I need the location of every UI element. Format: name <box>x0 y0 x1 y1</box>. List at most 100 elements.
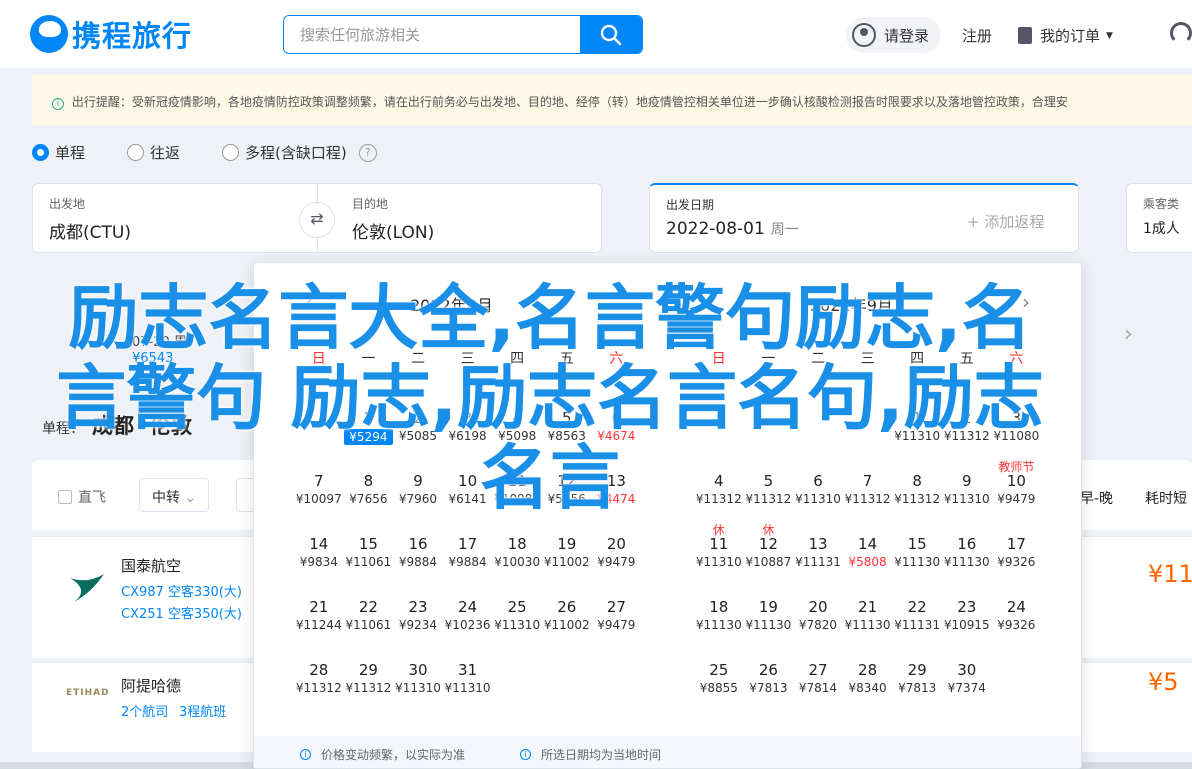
calendar-day[interactable]: 30 ¥11310 <box>393 647 443 710</box>
search-button[interactable] <box>580 16 642 53</box>
calendar-day[interactable]: 10 ¥6141 <box>443 458 493 521</box>
calendar-day[interactable]: 23 ¥9234 <box>393 584 443 647</box>
calendar-day[interactable]: 16 ¥9884 <box>393 521 443 584</box>
calendar-day[interactable]: 休 12 ¥10887 <box>744 521 794 584</box>
day-price: ¥4474 <box>597 492 636 506</box>
day-price: ¥10097 <box>295 492 342 506</box>
passenger-field[interactable]: 乘客类 1成人 <box>1126 183 1192 253</box>
calendar-day[interactable]: 29 ¥11312 <box>344 647 394 710</box>
calendar-day[interactable]: 8 ¥11312 <box>892 458 942 521</box>
calendar-day[interactable]: 13 ¥4474 <box>592 458 642 521</box>
calendar-day[interactable]: 7 ¥10097 <box>294 458 344 521</box>
calendar-day[interactable]: 16 ¥11130 <box>942 521 992 584</box>
calendar-day[interactable]: 1 ¥11310 <box>892 395 942 458</box>
calendar-day[interactable]: 教师节 10 ¥9479 <box>992 458 1042 521</box>
calendar-day[interactable]: 6 ¥4674 <box>592 395 642 458</box>
login-button[interactable]: 请登录 <box>846 17 942 53</box>
help-icon[interactable]: ? <box>358 143 377 162</box>
calendar-day[interactable]: 5 ¥8563 <box>542 395 592 458</box>
flight-line1[interactable]: CX987 空客330(大) <box>121 581 242 600</box>
calendar-day[interactable]: 休 11 ¥11310 <box>694 521 744 584</box>
calendar-day[interactable]: 21 ¥11130 <box>843 584 893 647</box>
calendar-day[interactable]: 27 ¥7814 <box>793 647 843 710</box>
departure-label: 出发地 <box>49 197 86 211</box>
calendar-day[interactable]: 7 ¥11312 <box>843 458 893 521</box>
calendar-day[interactable]: 2 ¥5085 <box>393 395 443 458</box>
direct-only-checkbox[interactable]: 直飞 <box>58 487 106 507</box>
calendar-day[interactable]: 4 ¥11312 <box>694 458 744 521</box>
price-note: i 价格变动频繁，以实际为准 <box>300 746 465 763</box>
calendar-day[interactable]: 8 ¥7656 <box>344 458 394 521</box>
days-grid-aug: 1 ¥5294 2 ¥5085 3 ¥6198 4 ¥5098 5 ¥8563 6 ¥4674 7 ¥10… <box>294 395 641 710</box>
calendar-day[interactable]: 25 ¥8855 <box>694 647 744 710</box>
flight-line2[interactable]: 3程航班 <box>179 701 226 720</box>
calendar-day[interactable]: 2 ¥11312 <box>942 395 992 458</box>
trip-type-oneway[interactable]: 单程 <box>32 142 85 163</box>
departure-field[interactable]: 出发地 成都(CTU) <box>32 183 318 253</box>
calendar-day[interactable]: 20 ¥9479 <box>592 521 642 584</box>
day-price: ¥9326 <box>997 618 1036 632</box>
headset-icon[interactable] <box>1170 22 1192 44</box>
trip-type-multi[interactable]: 多程(含缺口程) <box>222 142 347 163</box>
calendar-day[interactable]: 23 ¥10915 <box>942 584 992 647</box>
calendar-day[interactable]: 14 ¥9834 <box>294 521 344 584</box>
calendar-day[interactable]: 12 ¥5856 <box>542 458 592 521</box>
sort-early-late[interactable]: 早-晚 <box>1080 488 1113 508</box>
calendar-day[interactable]: 30 ¥7374 <box>942 647 992 710</box>
trip-type-roundtrip[interactable]: 往返 <box>127 142 180 163</box>
prev-month-icon[interactable]: ‹ <box>305 290 313 314</box>
calendar-day[interactable]: 26 ¥11002 <box>542 584 592 647</box>
add-return-button[interactable]: + 添加返程 <box>967 211 1044 232</box>
calendar-day[interactable]: 25 ¥11310 <box>492 584 542 647</box>
calendar-day[interactable]: 4 ¥5098 <box>492 395 542 458</box>
search-input[interactable] <box>284 16 580 53</box>
swap-cities-icon[interactable]: ⇄ <box>299 202 335 238</box>
calendar-day[interactable]: 18 ¥10030 <box>492 521 542 584</box>
calendar-day[interactable]: 14 ¥5808 <box>843 521 893 584</box>
calendar-day[interactable]: 5 ¥11312 <box>744 458 794 521</box>
my-orders-menu[interactable]: 我的订单 ▼ <box>1018 25 1113 46</box>
passenger-value: 1成人 <box>1143 221 1180 237</box>
calendar-day[interactable]: 31 ¥11310 <box>443 647 493 710</box>
calendar-day[interactable]: 19 ¥11002 <box>542 521 592 584</box>
calendar-day[interactable]: 20 ¥7820 <box>793 584 843 647</box>
calendar-day[interactable]: 15 ¥11130 <box>892 521 942 584</box>
calendar-day[interactable]: 18 ¥11130 <box>694 584 744 647</box>
calendar-day[interactable]: 15 ¥11061 <box>344 521 394 584</box>
calendar-day[interactable]: 3 ¥6198 <box>443 395 493 458</box>
calendar-day[interactable]: 22 ¥11131 <box>892 584 942 647</box>
calendar-day[interactable]: 21 ¥11244 <box>294 584 344 647</box>
calendar-day[interactable]: 28 ¥8340 <box>843 647 893 710</box>
calendar-day[interactable]: 17 ¥9326 <box>992 521 1042 584</box>
calendar-day[interactable]: 19 ¥11130 <box>744 584 794 647</box>
chevron-right-icon[interactable]: › <box>1124 322 1133 347</box>
weekday-label: 三 <box>860 351 875 367</box>
calendar-day[interactable]: 28 ¥11312 <box>294 647 344 710</box>
calendar-day[interactable]: 17 ¥9884 <box>443 521 493 584</box>
transfer-filter[interactable]: 中转 ⌄ <box>139 478 210 512</box>
calendar-day[interactable]: 1 ¥5294 <box>343 395 394 458</box>
day-number: 17 <box>1006 535 1026 553</box>
calendar-day[interactable]: 11 ¥10987 <box>492 458 542 521</box>
calendar-day[interactable]: 13 ¥11131 <box>793 521 843 584</box>
calendar-day[interactable]: 9 ¥7960 <box>393 458 443 521</box>
calendar-day[interactable]: 27 ¥9479 <box>592 584 642 647</box>
destination-field[interactable]: 目的地 伦敦(LON) <box>318 183 602 253</box>
flight-line2[interactable]: CX251 空客350(大) <box>121 603 242 622</box>
register-link[interactable]: 注册 <box>962 25 992 46</box>
calendar-day[interactable]: 9 ¥11310 <box>942 458 992 521</box>
calendar-day[interactable]: 3 ¥11080 <box>992 395 1042 458</box>
calendar-day[interactable]: 6 ¥11310 <box>793 458 843 521</box>
prev-date-option[interactable]: 07-20 周 ¥6543 <box>40 325 200 385</box>
calendar-day[interactable]: 29 ¥7813 <box>892 647 942 710</box>
calendar-day[interactable]: 22 ¥11061 <box>344 584 394 647</box>
day-number: 19 <box>758 598 778 616</box>
calendar-day[interactable]: 24 ¥9326 <box>992 584 1042 647</box>
flight-line1[interactable]: 2个航司 <box>121 701 168 720</box>
calendar-day[interactable]: 24 ¥10236 <box>443 584 493 647</box>
day-number: 16 <box>957 535 977 553</box>
site-logo[interactable]: 携程旅行 <box>30 12 192 56</box>
sort-duration[interactable]: 耗时短 <box>1145 488 1187 508</box>
calendar-day[interactable]: 26 ¥7813 <box>744 647 794 710</box>
next-month-icon[interactable]: › <box>1022 290 1030 314</box>
